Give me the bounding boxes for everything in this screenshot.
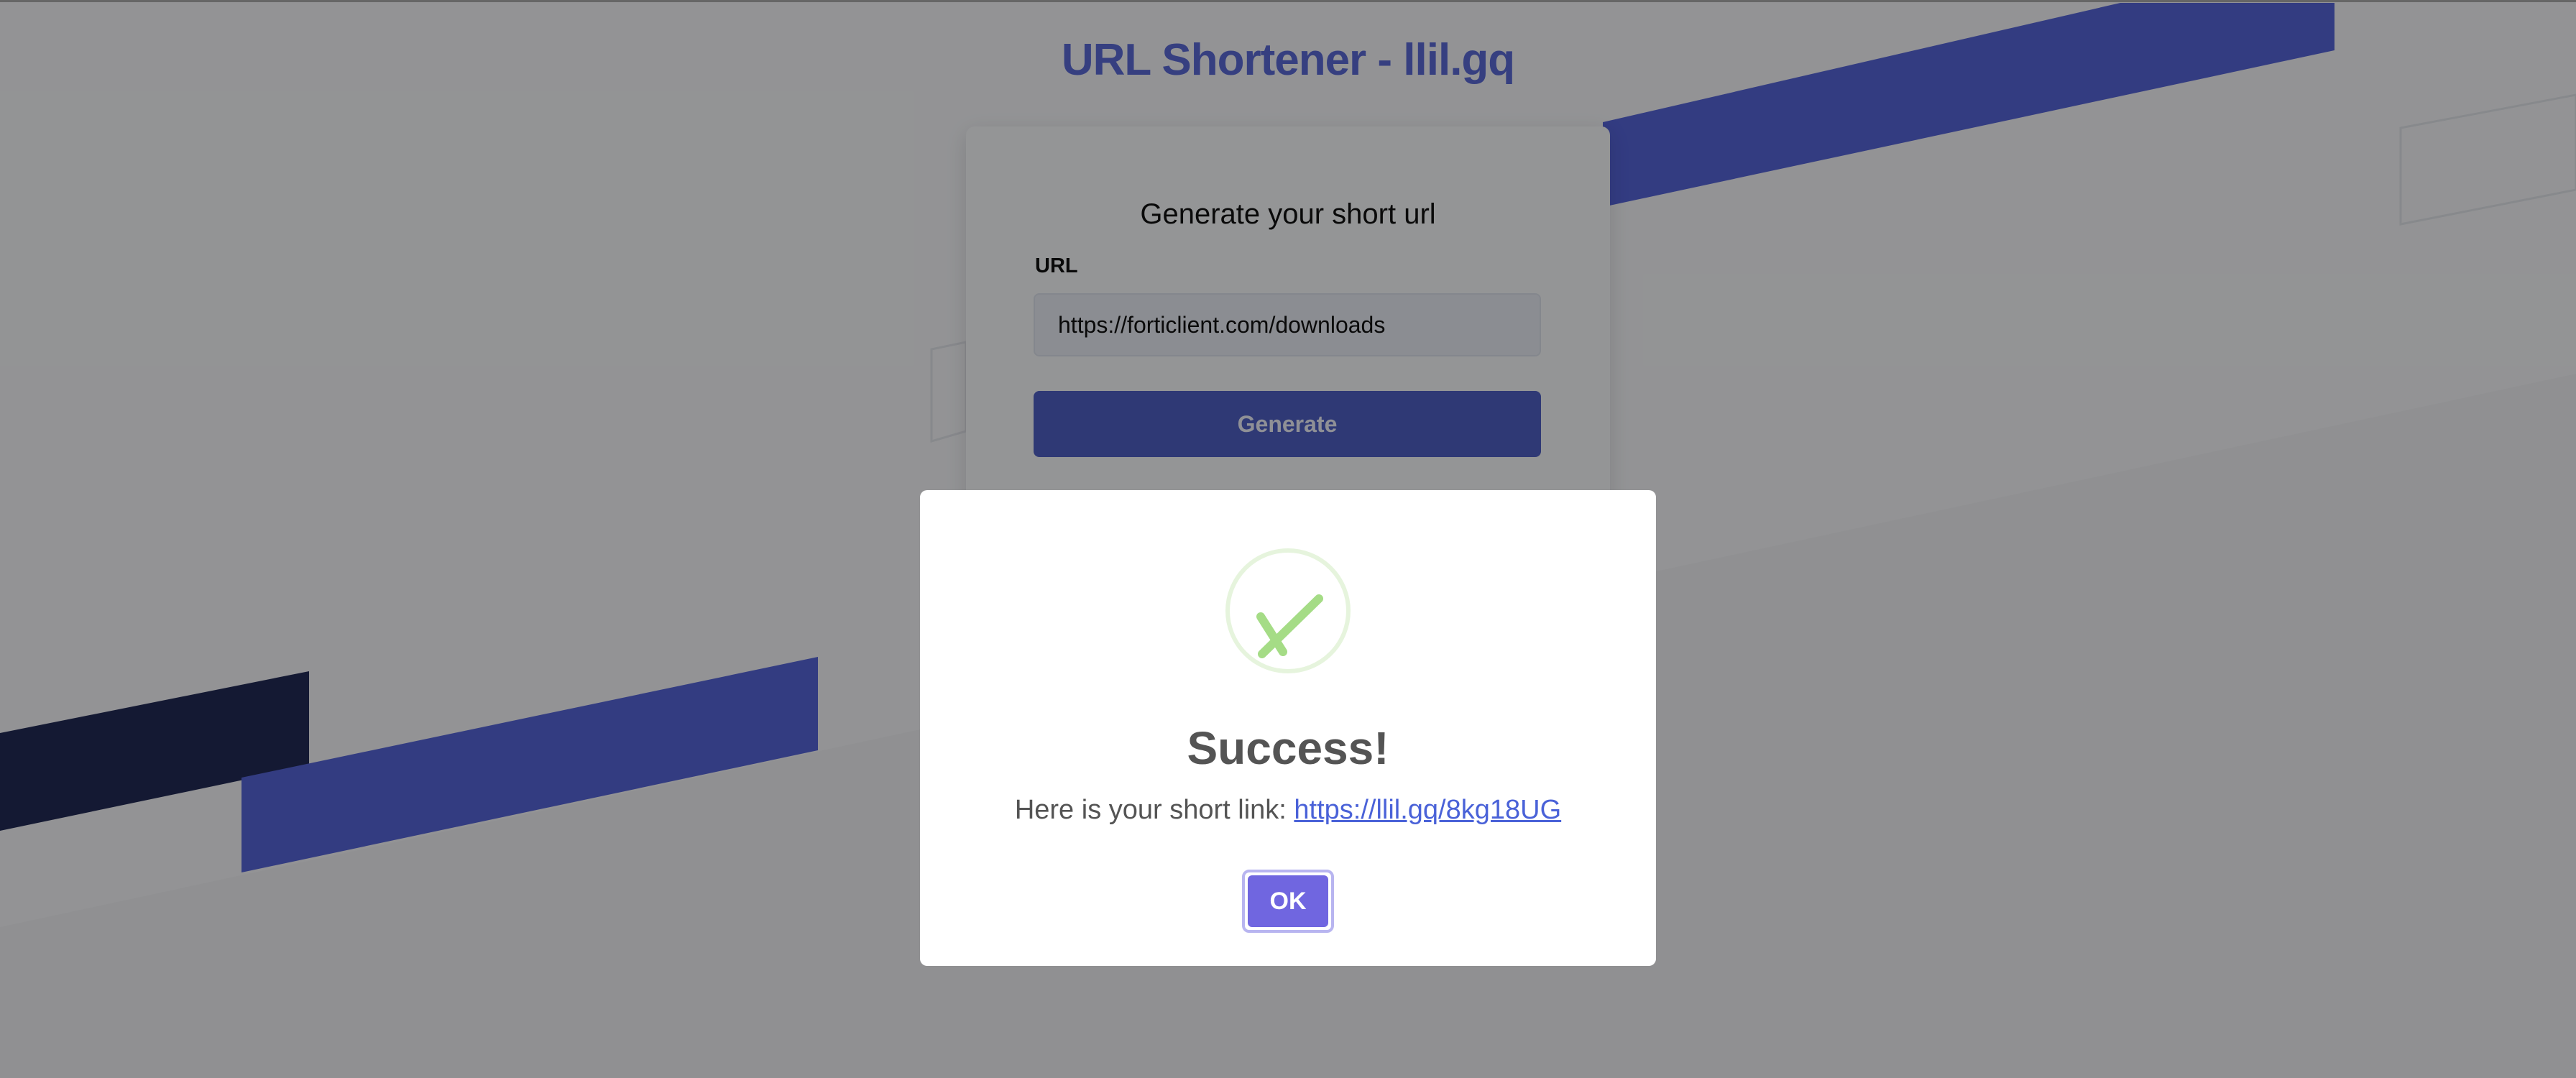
dialog-message-prefix: Here is your short link: xyxy=(1014,795,1294,825)
checkmark-circle-icon xyxy=(1225,548,1351,673)
dialog-title: Success! xyxy=(1187,722,1389,774)
success-dialog: Success! Here is your short link: https:… xyxy=(920,490,1656,966)
ok-button-focus-ring: OK xyxy=(1242,870,1334,933)
browser-top-border xyxy=(0,0,2576,2)
dialog-message: Here is your short link: https://llil.gq… xyxy=(920,795,1656,826)
short-link[interactable]: https://llil.gq/8kg18UG xyxy=(1294,795,1561,825)
ok-button[interactable]: OK xyxy=(1248,875,1328,927)
